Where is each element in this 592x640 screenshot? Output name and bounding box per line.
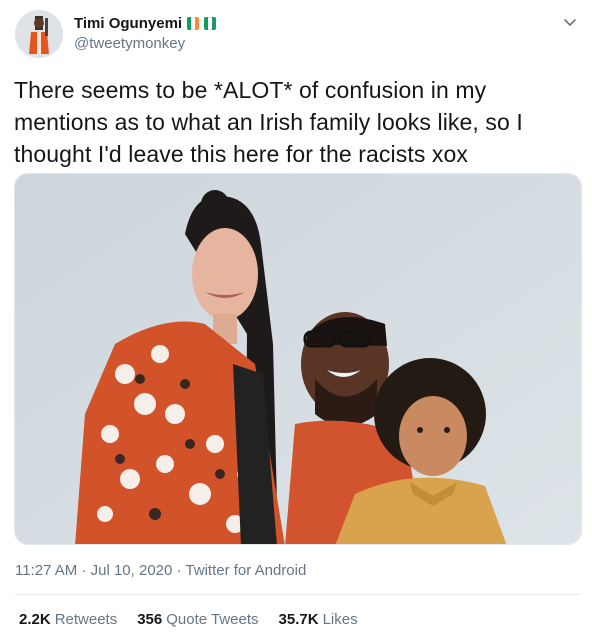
likes-count: 35.7K — [278, 611, 319, 628]
chevron-down-icon — [564, 19, 576, 26]
likes-stat[interactable]: 35.7K Likes — [279, 611, 358, 628]
quote-tweets-label: Quote Tweets — [166, 611, 259, 628]
divider-top — [15, 594, 580, 595]
irish-flag-emoji-2 — [204, 16, 217, 30]
retweets-stat[interactable]: 2.2K Retweets — [19, 611, 117, 628]
tweet-time[interactable]: 11:27 AM — [15, 562, 77, 579]
family-photo — [15, 174, 581, 544]
author-name-row: Timi Ogunyemi — [74, 13, 217, 33]
quote-tweets-count: 356 — [137, 611, 163, 628]
tweet-photo[interactable] — [14, 173, 582, 545]
avatar-image — [15, 10, 63, 58]
tweet-date[interactable]: Jul 10, 2020 — [91, 562, 173, 579]
meta-separator: · — [81, 562, 91, 579]
tweet-stats: 2.2K Retweets 356 Quote Tweets 35.7K Likes — [19, 611, 378, 628]
author-handle[interactable]: @tweetymonkey — [74, 35, 185, 52]
quote-tweets-stat[interactable]: 356 Quote Tweets — [137, 611, 258, 628]
tweet-menu-button[interactable] — [562, 14, 578, 30]
retweets-count: 2.2K — [19, 611, 51, 628]
tweet-card: Timi Ogunyemi @tweetymonkey There seems … — [0, 0, 592, 640]
retweets-label: Retweets — [54, 611, 118, 628]
tweet-source[interactable]: Twitter for Android — [185, 562, 306, 579]
author-avatar[interactable] — [15, 10, 63, 58]
tweet-text: There seems to be *ALOT* of confusion in… — [14, 77, 523, 167]
likes-label: Likes — [322, 611, 358, 628]
tweet-meta: 11:27 AM · Jul 10, 2020 · Twitter for An… — [15, 562, 306, 579]
author-display-name[interactable]: Timi Ogunyemi — [74, 15, 182, 32]
irish-flag-emoji-1 — [187, 16, 200, 30]
